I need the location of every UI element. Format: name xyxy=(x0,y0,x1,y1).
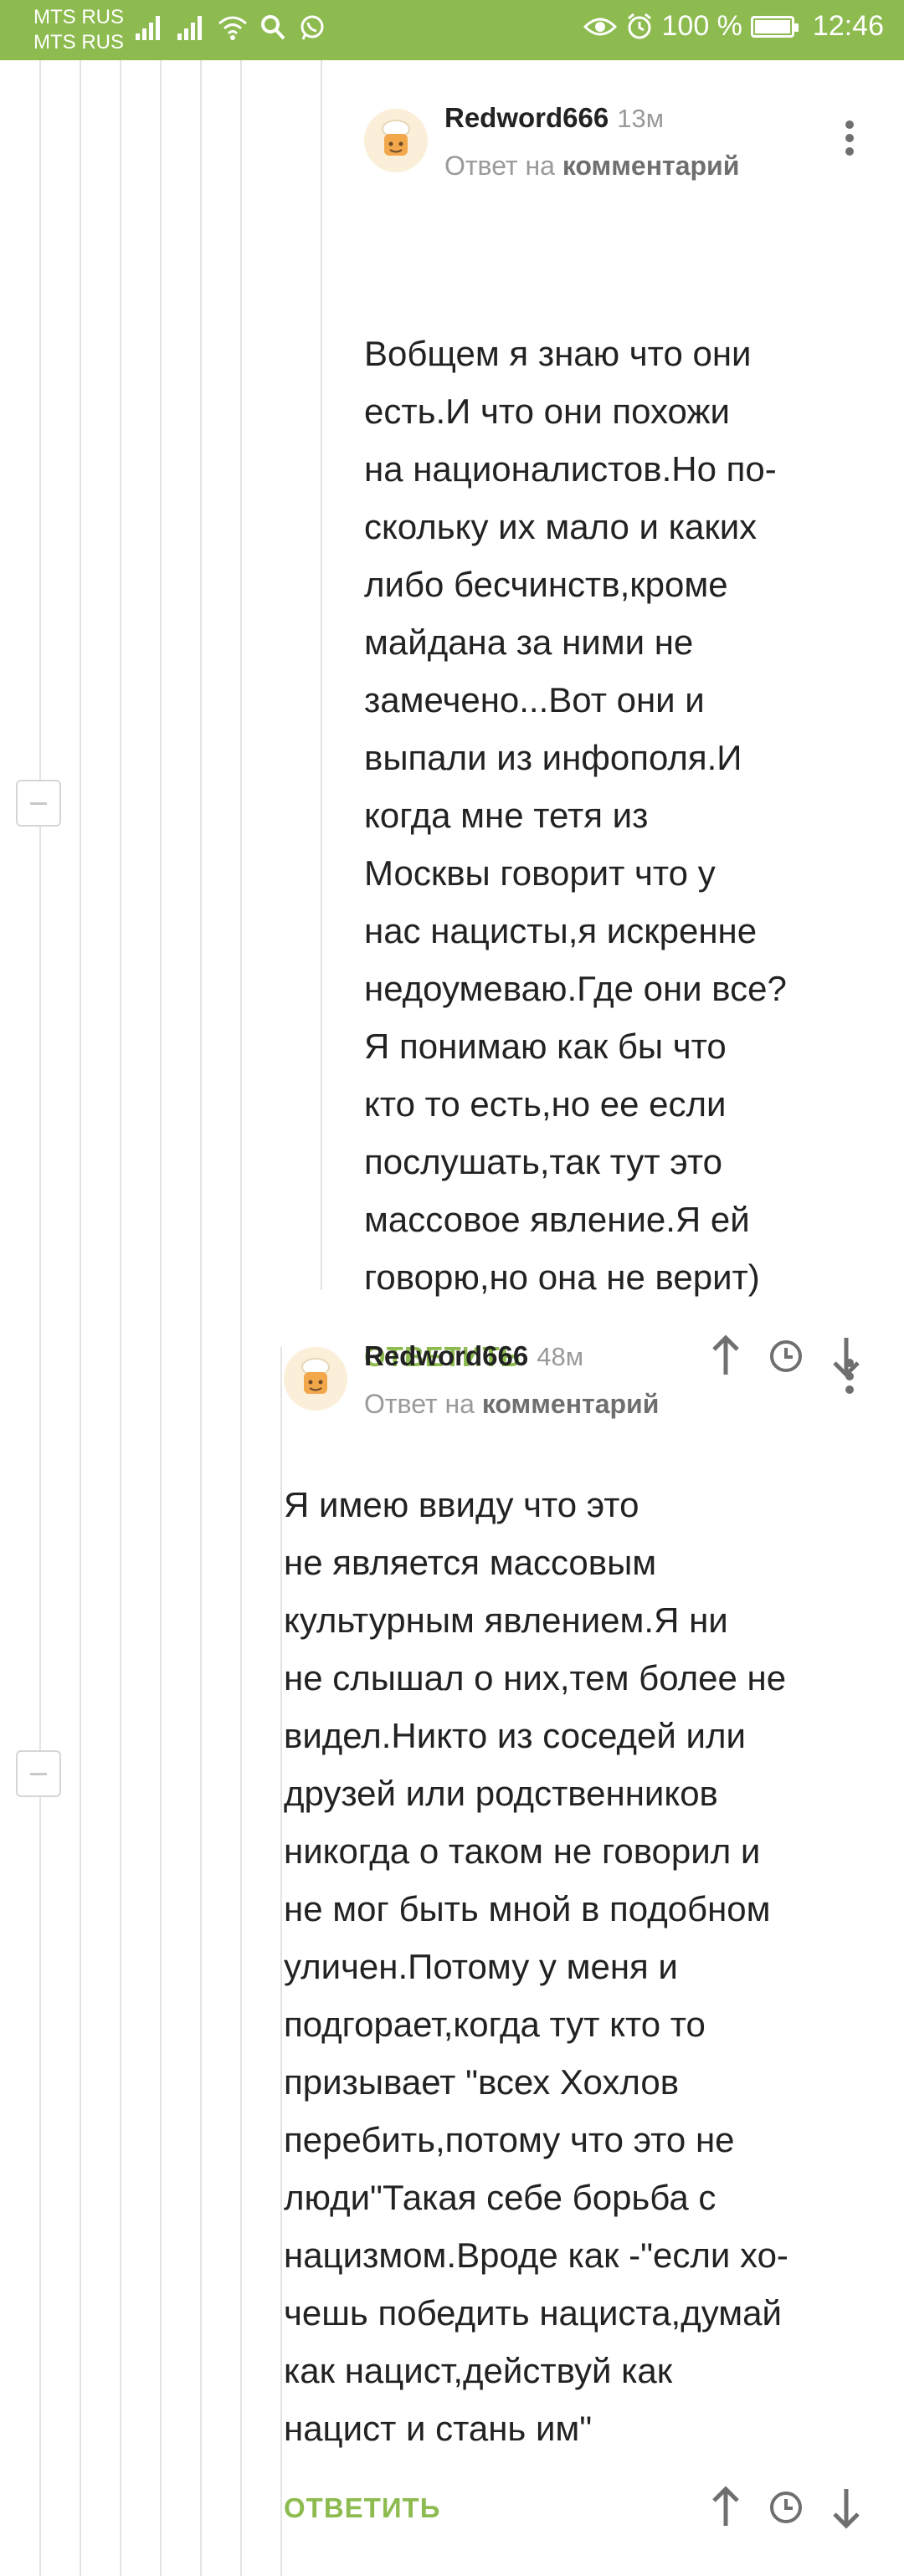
battery-level xyxy=(754,19,790,33)
collapse-thread-button[interactable] xyxy=(16,780,61,827)
more-options-icon[interactable] xyxy=(833,115,866,166)
comment-actions: ОТВЕТИТЬ xyxy=(284,2482,866,2541)
comment-author[interactable]: Redword666 48м xyxy=(364,1340,583,1372)
alarm-icon xyxy=(627,13,651,38)
cook-avatar-icon xyxy=(364,109,428,172)
reply-context: Ответ на комментарий xyxy=(444,151,739,182)
clock-icon[interactable] xyxy=(766,2482,806,2532)
comment-author[interactable]: Redword666 13м xyxy=(444,102,664,134)
parent-comment-link[interactable]: комментарий xyxy=(482,1389,660,1419)
comment: Redword666 48м Ответ на комментарий Я име… xyxy=(284,1339,866,2529)
notification-icons xyxy=(134,13,326,42)
status-bar: MTS RUS MTS RUS 100 % 12:46 xyxy=(0,0,904,60)
parent-comment-link[interactable]: комментарий xyxy=(562,151,740,181)
author-name[interactable]: Redword666 xyxy=(444,102,609,133)
reply-prefix: Ответ на xyxy=(444,151,555,181)
comment-time: 13м xyxy=(617,104,665,133)
battery-percent: 100 % xyxy=(661,10,742,42)
carrier-1: MTS RUS xyxy=(33,6,124,28)
carrier-info: MTS RUS MTS RUS xyxy=(33,5,124,55)
cook-avatar-icon xyxy=(284,1347,347,1411)
system-status: 100 % 12:46 xyxy=(583,10,884,43)
reply-button[interactable]: ОТВЕТИТЬ xyxy=(284,2492,440,2524)
thread-line xyxy=(160,60,162,2576)
reply-context: Ответ на комментарий xyxy=(364,1389,659,1420)
eye-icon xyxy=(583,18,617,35)
search-icon xyxy=(261,15,285,40)
thread-line xyxy=(321,60,322,1290)
battery-icon xyxy=(750,15,799,38)
action-icons xyxy=(706,2482,866,2532)
avatar[interactable] xyxy=(364,109,428,172)
author-name[interactable]: Redword666 xyxy=(364,1340,528,1371)
thread-line xyxy=(200,60,202,2576)
thread-line xyxy=(80,60,81,2576)
comment-time: 48м xyxy=(537,1342,584,1371)
wifi-icon xyxy=(218,16,247,40)
signal-icon xyxy=(177,16,202,40)
comment-header: Redword666 13м Ответ на комментарий xyxy=(364,100,866,201)
thread-line xyxy=(240,60,242,2576)
clock: 12:46 xyxy=(812,10,884,42)
comment-text: Вобщем я знаю что они есть.И что они пох… xyxy=(364,334,787,1297)
thread-line xyxy=(39,60,41,2576)
whatsapp-icon xyxy=(300,15,324,40)
comment-text: Я имею ввиду что это не является массовы… xyxy=(284,1485,788,2448)
reply-prefix: Ответ на xyxy=(364,1389,475,1419)
thread-line xyxy=(280,1347,282,2576)
signal-icon xyxy=(136,16,160,40)
comment-header: Redword666 48м Ответ на комментарий xyxy=(284,1339,866,1439)
comment: Redword666 13м Ответ на комментарий Вобще… xyxy=(364,100,866,1378)
avatar[interactable] xyxy=(284,1347,347,1411)
upvote-icon[interactable] xyxy=(706,2482,746,2532)
thread-line xyxy=(120,60,121,2576)
collapse-thread-button[interactable] xyxy=(16,1750,61,1797)
carrier-2: MTS RUS xyxy=(33,31,124,54)
more-options-icon[interactable] xyxy=(833,1354,866,1404)
downvote-icon[interactable] xyxy=(826,2482,866,2532)
